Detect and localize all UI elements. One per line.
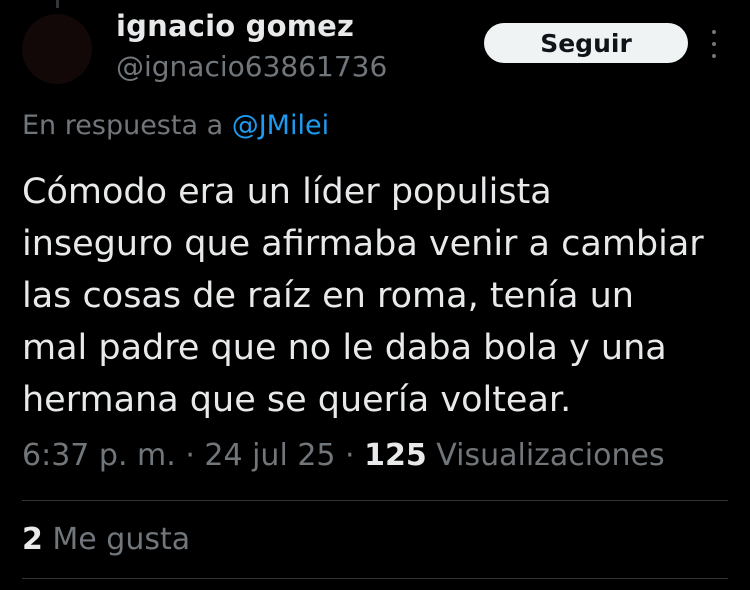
more-dot bbox=[712, 54, 716, 58]
tweet-text-line: las cosas de raíz en roma, tenía un bbox=[22, 276, 634, 316]
author-handle[interactable]: @ignacio63861736 bbox=[116, 50, 387, 83]
tweet-text-line: inseguro que afirmaba venir a cambiar bbox=[22, 224, 704, 264]
meta-separator: · bbox=[175, 438, 205, 473]
more-vertical-icon[interactable] bbox=[710, 30, 718, 58]
tweet-text-line: mal padre que no le daba bola y una bbox=[22, 328, 667, 368]
thread-connector-line bbox=[56, 0, 59, 8]
tweet-time[interactable]: 6:37 p. m. bbox=[22, 438, 176, 473]
avatar[interactable] bbox=[22, 14, 92, 84]
meta-separator: · bbox=[335, 438, 365, 473]
reply-mention-link[interactable]: @JMilei bbox=[232, 110, 329, 141]
divider bbox=[22, 500, 728, 501]
views-count: 125 bbox=[364, 438, 427, 473]
tweet-text-line: Cómodo era un líder populista bbox=[22, 172, 552, 212]
tweet-date[interactable]: 24 jul 25 bbox=[204, 438, 335, 473]
tweet-text: Cómodo era un líder populista inseguro q… bbox=[22, 166, 737, 426]
likes-label: Me gusta bbox=[42, 522, 191, 557]
tweet-meta: 6:37 p. m. · 24 jul 25 · 125 Visualizaci… bbox=[22, 438, 665, 473]
more-dot bbox=[712, 30, 716, 34]
reply-context: En respuesta a @JMilei bbox=[22, 110, 329, 141]
more-dot bbox=[712, 42, 716, 46]
divider bbox=[22, 578, 728, 579]
likes-link[interactable]: 2 Me gusta bbox=[22, 522, 190, 557]
tweet-text-line: hermana que se quería voltear. bbox=[22, 380, 572, 420]
reply-prefix: En respuesta a bbox=[22, 110, 232, 141]
likes-count: 2 bbox=[22, 522, 43, 557]
follow-button[interactable]: Seguir bbox=[484, 23, 688, 63]
author-display-name[interactable]: ignacio gomez bbox=[116, 9, 354, 43]
views-label: Visualizaciones bbox=[426, 438, 665, 473]
